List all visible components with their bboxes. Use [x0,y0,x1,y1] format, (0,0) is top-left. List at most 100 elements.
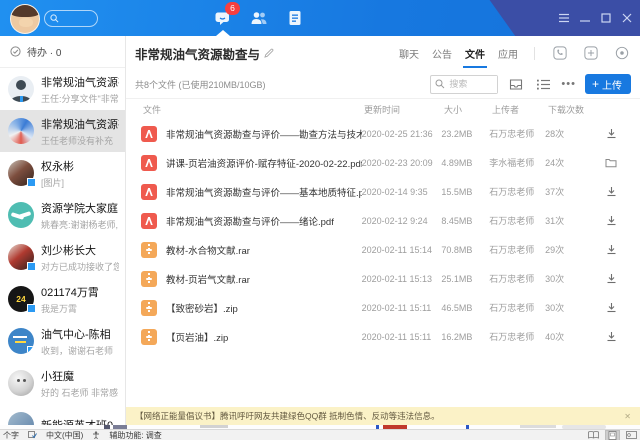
tab-chat[interactable]: 聊天 [399,46,419,61]
file-action[interactable] [590,331,640,342]
file-action[interactable] [590,244,640,255]
file-action[interactable] [590,128,640,139]
conversation-preview: 我是万霄 [41,302,99,315]
drawer-icon[interactable] [507,75,525,93]
file-action[interactable] [590,273,640,284]
tab-files[interactable]: 文件 [465,46,485,61]
file-name[interactable]: 【致密砂岩】.zip [166,301,362,315]
file-download-count: 31次 [545,214,590,227]
accessibility-label[interactable]: 辅助功能: 调查 [109,430,161,440]
call-icon[interactable] [551,44,569,62]
close-button[interactable] [620,10,634,25]
conversation-item[interactable]: 资源学院大家庭姚春亮:谢谢杨老师, [0,194,125,236]
conversation-item[interactable]: 刘少彬长大对方已成功接收了您 [0,236,125,278]
conversation-item[interactable]: 小狂魔好的 石老师 非常感 [0,362,125,404]
column-file[interactable]: 文件 [143,103,364,116]
column-uploader[interactable]: 上传者 [492,103,548,116]
file-uploader: 石万忠老师 [489,301,545,314]
todo-row[interactable]: 待办 · 0 [0,36,125,68]
file-type-icon [141,242,157,258]
word-count-label[interactable]: 个字 [3,430,19,440]
conversation-name: 021174万霄 [41,284,99,300]
file-type-icon [141,213,157,229]
file-search-box[interactable] [430,75,498,94]
download-icon [606,244,617,255]
file-download-count: 29次 [545,243,590,256]
upload-button[interactable]: 上传 [585,74,631,94]
file-action[interactable] [590,186,640,197]
download-icon [606,186,617,197]
contacts-icon[interactable] [249,8,269,27]
notice-bar: 【网络正能量倡议书】腾讯呼吁网友共建绿色QQ群 抵制色情、反动等违法信息。 [126,407,640,425]
minimize-button[interactable] [578,10,592,25]
todo-check-icon [10,46,21,57]
file-uploader: 石万忠老师 [489,185,545,198]
file-name[interactable]: 非常规油气资源勘查与评价——勘查方法与技术.pdf [166,127,362,141]
conversation-item[interactable]: 24 021174万霄我是万霄 [0,278,125,320]
file-updated-time: 2020-02-12 9:24 [362,216,442,226]
tab-announcements[interactable]: 公告 [432,46,452,61]
file-download-count: 30次 [545,272,590,285]
table-header: 文件 更新时间 大小 上传者 下载次数 [126,98,640,119]
file-name[interactable]: 非常规油气资源勘查与评价——绪论.pdf [166,214,362,228]
table-row[interactable]: 非常规油气资源勘查与评价——绪论.pdf 2020-02-12 9:24 8.4… [126,206,640,235]
file-action[interactable] [590,215,640,226]
column-updated[interactable]: 更新时间 [364,103,444,116]
maximize-button[interactable] [599,10,613,25]
settings-target-icon[interactable] [613,44,631,62]
more-icon[interactable] [561,81,576,87]
file-name[interactable]: 【页岩油】.zip [166,330,362,344]
table-row[interactable]: 教材-页岩气文献.rar 2020-02-11 15:13 25.1MB 石万忠… [126,264,640,293]
read-mode-icon[interactable] [587,431,600,440]
file-download-count: 28次 [545,127,590,140]
table-row[interactable]: 【页岩油】.zip 2020-02-11 15:11 16.2MB 石万忠老师 … [126,322,640,351]
print-layout-icon[interactable] [606,431,619,440]
edit-title-icon[interactable] [264,48,274,58]
column-downloads[interactable]: 下载次数 [548,103,593,116]
file-action[interactable] [590,302,640,313]
file-search-input[interactable] [447,76,497,93]
download-icon [606,273,617,284]
messages-icon[interactable]: 6 [213,8,233,27]
file-action[interactable] [590,158,640,168]
table-row[interactable]: 讲课-页岩油资源评价-赋存特征-2020-02-22.pdf 2020-02-2… [126,148,640,177]
avatar [8,160,34,186]
active-panel-notch [216,30,230,36]
proofing-icon[interactable] [28,431,37,439]
file-updated-time: 2020-02-25 21:36 [362,129,442,139]
documents-icon[interactable] [285,8,305,27]
table-row[interactable]: 教材-水合物文献.rar 2020-02-11 15:14 70.8MB 石万忠… [126,235,640,264]
download-icon [606,331,617,342]
table-row[interactable]: 非常规油气资源勘查与评价——勘查方法与技术.pdf 2020-02-25 21:… [126,119,640,148]
table-row[interactable]: 【致密砂岩】.zip 2020-02-11 15:11 46.5MB 石万忠老师… [126,293,640,322]
message-badge: 6 [225,2,240,15]
main-menu-icon[interactable] [557,10,571,25]
file-updated-time: 2020-02-23 20:09 [362,158,442,168]
conversation-item-selected[interactable]: 非常规油气资源勘王任老师没有补充 [0,110,125,152]
file-name[interactable]: 教材-页岩气文献.rar [166,272,362,286]
user-avatar[interactable] [10,4,40,34]
conversation-sidebar: 待办 · 0 非常规油气资源勘王任:分享文件"非常 非常规油气资源勘王任老师没有… [0,36,126,425]
file-type-icon [141,184,157,200]
titlebar-search-input[interactable] [60,11,96,26]
conversation-item[interactable]: 油气中心-陈相收到，谢谢石老师 [0,320,125,362]
file-name[interactable]: 非常规油气资源勘查与评价——基本地质特征.pdf [166,185,362,199]
conversation-item[interactable]: 权永彬[图片] [0,152,125,194]
list-view-icon[interactable] [534,75,552,93]
web-layout-icon[interactable] [625,431,638,440]
file-name[interactable]: 讲课-页岩油资源评价-赋存特征-2020-02-22.pdf [166,156,362,170]
avatar [8,370,34,396]
titlebar-search[interactable] [44,10,98,27]
file-name[interactable]: 教材-水合物文献.rar [166,243,362,257]
file-uploader: 石万忠老师 [489,330,545,343]
add-icon[interactable] [582,44,600,62]
tab-apps[interactable]: 应用 [498,46,518,61]
column-size[interactable]: 大小 [444,103,492,116]
conversation-item[interactable]: 非常规油气资源勘王任:分享文件"非常 [0,68,125,110]
table-row[interactable]: 非常规油气资源勘查与评价——基本地质特征.pdf 2020-02-14 9:35… [126,177,640,206]
conversation-item[interactable]: 新能源英才班0 [0,404,125,425]
notice-close-icon[interactable] [624,412,631,421]
file-type-icon [141,329,157,345]
status-badge [27,346,34,354]
language-label[interactable]: 中文(中国) [46,430,83,440]
